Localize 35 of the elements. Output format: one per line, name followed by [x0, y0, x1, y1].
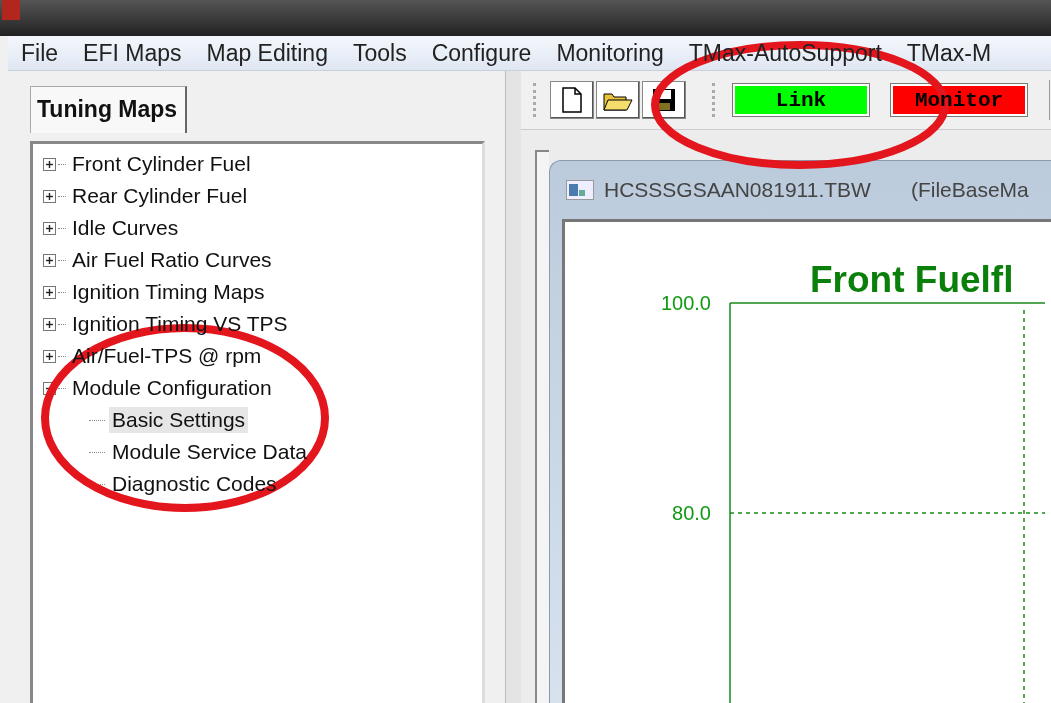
- menu-item[interactable]: Tools: [339, 39, 419, 67]
- status-button[interactable]: Link: [733, 84, 869, 116]
- tree-item[interactable]: Diagnostic Codes: [109, 471, 280, 497]
- expand-icon[interactable]: [43, 189, 56, 203]
- panel-tab[interactable]: Tuning Maps: [30, 86, 188, 133]
- tree-item[interactable]: Module Configuration: [69, 375, 275, 401]
- window-title: HCSSSGSAAN081911.TBW: [604, 178, 871, 202]
- menu-item[interactable]: Map Editing: [193, 39, 340, 67]
- status-button[interactable]: Monitor: [891, 84, 1027, 116]
- tree-item[interactable]: Ignition Timing Maps: [69, 279, 268, 305]
- open-folder-icon[interactable]: [596, 81, 640, 119]
- expand-icon[interactable]: [43, 285, 56, 299]
- tree-item[interactable]: Air Fuel Ratio Curves: [69, 247, 275, 273]
- expand-icon[interactable]: [43, 221, 56, 235]
- axis-tick-label: 80.0: [672, 502, 711, 524]
- menu-item[interactable]: EFI Maps: [70, 39, 194, 67]
- expand-icon[interactable]: [43, 157, 56, 171]
- tree-item[interactable]: Basic Settings: [109, 407, 249, 433]
- axis-tick-label: 100.0: [660, 292, 711, 314]
- window-subtitle: (FileBaseMa: [910, 178, 1029, 202]
- expand-icon[interactable]: [43, 349, 56, 363]
- expand-icon[interactable]: [43, 253, 56, 267]
- chart-title: Front Fuelfl: [810, 259, 1014, 300]
- window-icon: [566, 180, 594, 200]
- new-file-icon[interactable]: [550, 81, 594, 119]
- tree-item[interactable]: Module Service Data: [109, 439, 310, 465]
- menu-item[interactable]: TMax-M: [893, 39, 1004, 67]
- app-icon: [2, 0, 20, 20]
- expand-icon[interactable]: [43, 317, 56, 331]
- tree-item[interactable]: Front Cylinder Fuel: [69, 151, 254, 177]
- tree-item[interactable]: Rear Cylinder Fuel: [69, 183, 251, 209]
- menu-item[interactable]: Configure: [418, 39, 544, 67]
- menu-item[interactable]: File: [8, 39, 71, 67]
- menu-item[interactable]: Monitoring: [543, 39, 676, 67]
- tree-item[interactable]: Idle Curves: [69, 215, 182, 241]
